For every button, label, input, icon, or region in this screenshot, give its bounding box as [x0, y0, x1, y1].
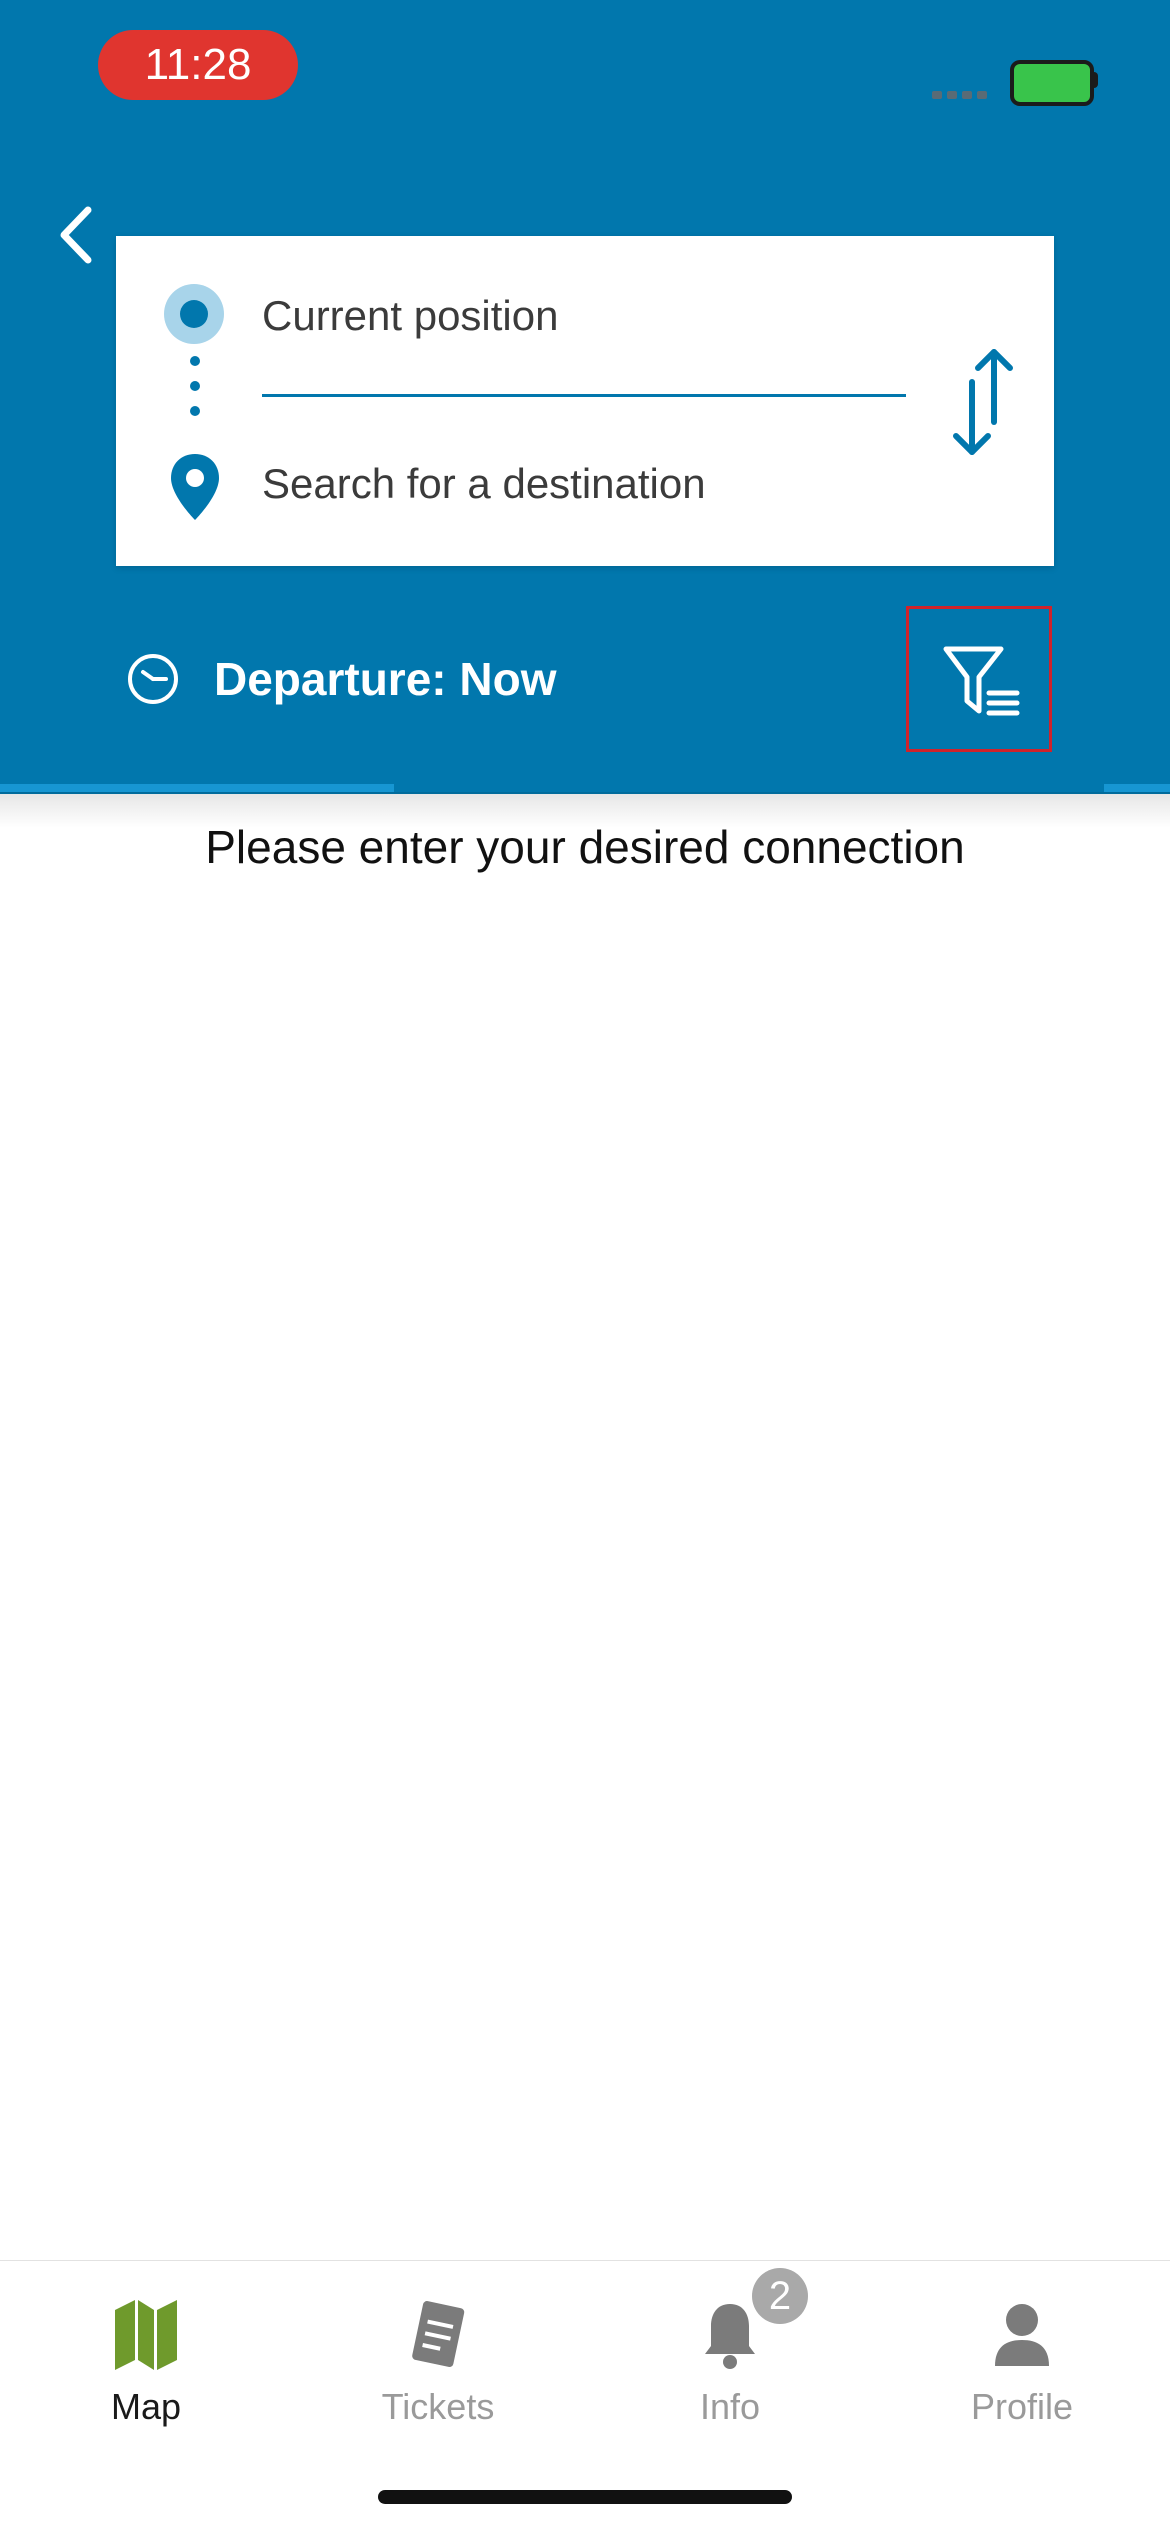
origin-underline: [262, 394, 906, 397]
route-search-card: [116, 236, 1054, 566]
departure-time-button[interactable]: Departure: Now: [214, 652, 556, 706]
battery-tip: [1092, 72, 1098, 88]
tab-tickets-label: Tickets: [381, 2386, 495, 2427]
filter-button[interactable]: [906, 606, 1052, 752]
tab-profile-label: Profile: [970, 2386, 1074, 2427]
empty-state-hint: Please enter your desired connection: [205, 821, 965, 873]
map-icon: [115, 2300, 177, 2370]
tab-map[interactable]: Map: [0, 2280, 292, 2428]
signal-icon: [932, 86, 992, 104]
tab-info[interactable]: Info: [584, 2280, 876, 2428]
info-badge: 2: [752, 2268, 808, 2324]
loading-progress-bar: [0, 784, 394, 792]
tab-info-label: Info: [699, 2386, 761, 2427]
swap-arrows-icon[interactable]: [946, 342, 1020, 462]
location-pin-icon: [171, 454, 219, 520]
route-dots-icon: [190, 356, 200, 431]
loading-progress-bar-end: [1104, 784, 1170, 792]
ticket-icon: [412, 2301, 465, 2367]
origin-field[interactable]: Current position: [262, 292, 558, 340]
clock-icon: [128, 654, 178, 704]
status-time: 11:28: [98, 30, 298, 100]
person-icon: [995, 2304, 1049, 2366]
tab-profile[interactable]: Profile: [876, 2280, 1168, 2428]
home-indicator[interactable]: [378, 2490, 792, 2504]
destination-input[interactable]: Search for a destination: [262, 460, 706, 508]
filter-icon: [943, 646, 1020, 716]
tab-map-label: Map: [110, 2386, 182, 2427]
battery-icon: [1010, 60, 1094, 106]
tab-tickets[interactable]: Tickets: [292, 2280, 584, 2428]
origin-dot-icon: [164, 284, 224, 344]
back-chevron-icon[interactable]: [48, 200, 108, 270]
